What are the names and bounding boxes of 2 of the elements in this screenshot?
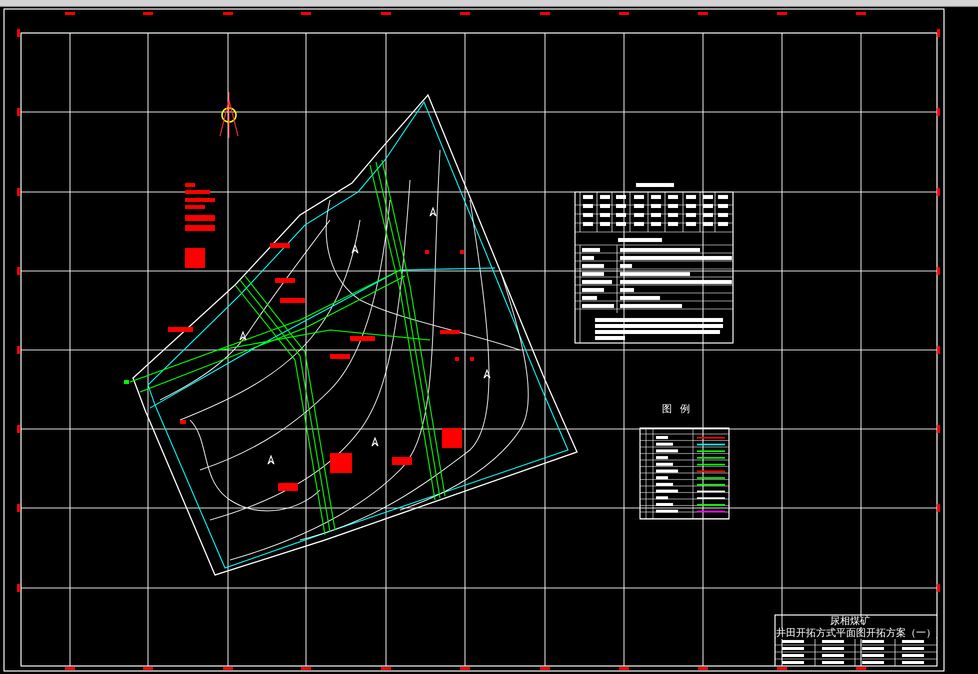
title-block-heading: 尿相煤矿 — [830, 617, 870, 627]
title-block-subtitle: 井田开拓方式平面图开拓方案（一） — [776, 629, 936, 639]
